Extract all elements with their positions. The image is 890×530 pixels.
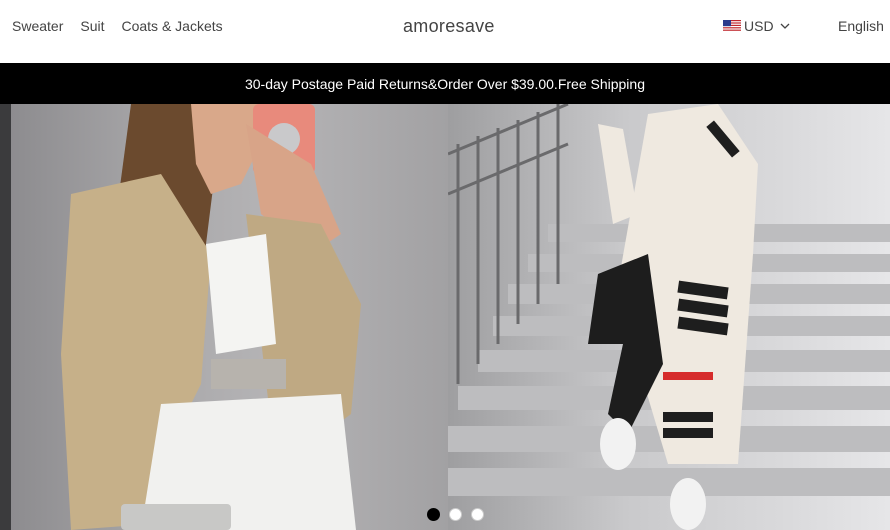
hero-carousel[interactable] <box>0 104 890 530</box>
carousel-dots <box>427 508 484 521</box>
carousel-dot-1[interactable] <box>427 508 440 521</box>
nav-item-coats-jackets[interactable]: Coats & Jackets <box>121 18 222 34</box>
us-flag-icon <box>723 20 741 32</box>
model-gold-jacket-illustration <box>61 104 361 530</box>
site-header: Sweater Suit Coats & Jackets amoresave U… <box>0 0 890 63</box>
hero-image-gold-jacket[interactable] <box>11 104 448 530</box>
carousel-dot-2[interactable] <box>449 508 462 521</box>
announcement-text: 30-day Postage Paid Returns&Order Over $… <box>244 75 645 92</box>
chevron-down-icon <box>780 23 790 29</box>
currency-selector[interactable]: USD <box>723 18 790 34</box>
nav-item-sweater[interactable]: Sweater <box>12 18 63 34</box>
announcement-bar: 30-day Postage Paid Returns&Order Over $… <box>0 63 890 104</box>
currency-code: USD <box>744 18 774 34</box>
model-striped-cardigan-illustration <box>447 104 890 530</box>
nav-item-suit[interactable]: Suit <box>80 18 104 34</box>
brand-logo[interactable]: amoresave <box>403 16 495 37</box>
main-nav: Sweater Suit Coats & Jackets <box>12 18 240 34</box>
carousel-dot-3[interactable] <box>471 508 484 521</box>
previous-slide-edge <box>0 104 11 530</box>
language-selector[interactable]: English <box>838 18 884 34</box>
hero-image-striped-cardigan[interactable] <box>447 104 890 530</box>
